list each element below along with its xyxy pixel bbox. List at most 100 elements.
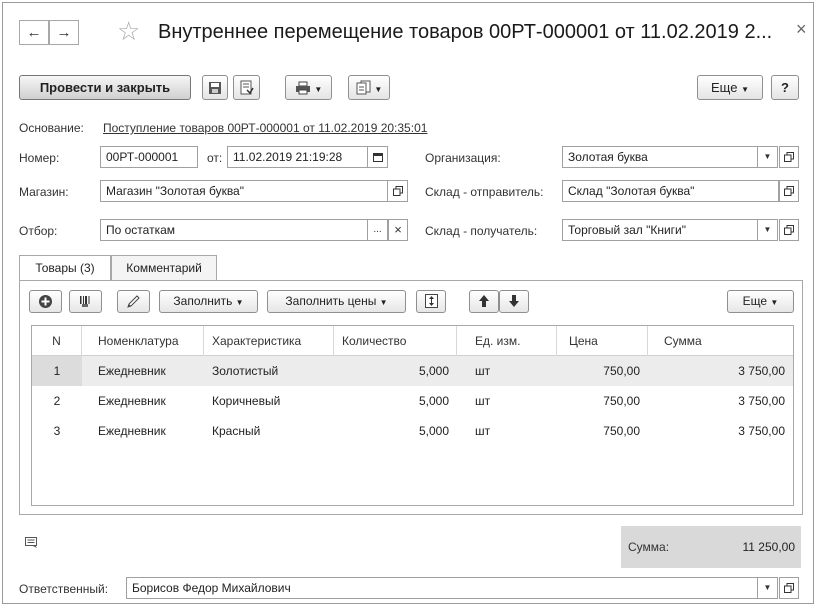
calendar-button[interactable] bbox=[368, 146, 388, 168]
pick-goods-button[interactable] bbox=[117, 290, 150, 313]
post-button[interactable] bbox=[233, 75, 260, 100]
chevron-down-icon: ▼ bbox=[235, 298, 244, 307]
sender-warehouse-open-button[interactable] bbox=[779, 180, 799, 202]
responsible-label: Ответственный: bbox=[19, 582, 109, 596]
characteristic-cell[interactable]: Коричневый bbox=[212, 386, 280, 416]
quantity-cell[interactable]: 5,000 bbox=[334, 416, 457, 446]
column-header-sum[interactable]: Сумма bbox=[648, 326, 793, 356]
receiver-dropdown-button[interactable]: ▼ bbox=[758, 219, 778, 241]
column-header-item[interactable]: Номенклатура bbox=[82, 326, 204, 356]
column-header-unit[interactable]: Ед. изм. bbox=[457, 326, 557, 356]
date-label: от: bbox=[207, 151, 223, 165]
clear-icon: × bbox=[394, 222, 402, 237]
comment-icon[interactable] bbox=[25, 537, 39, 552]
quantity-cell[interactable]: 5,000 bbox=[334, 386, 457, 416]
column-header-quantity[interactable]: Количество bbox=[334, 326, 457, 356]
characteristic-cell[interactable]: Красный bbox=[212, 416, 260, 446]
arrow-left-icon: ← bbox=[26, 24, 42, 41]
unit-cell[interactable]: шт bbox=[475, 386, 490, 416]
price-cell[interactable]: 750,00 bbox=[557, 356, 648, 386]
move-down-button[interactable] bbox=[499, 290, 529, 313]
selection-field[interactable]: По остаткам bbox=[100, 219, 368, 241]
sum-cell[interactable]: 3 750,00 bbox=[648, 356, 793, 386]
barcode-scan-button[interactable] bbox=[69, 290, 102, 313]
date-field[interactable]: 11.02.2019 21:19:28 bbox=[227, 146, 368, 168]
floppy-disk-icon bbox=[209, 82, 221, 94]
selection-clear-button[interactable]: × bbox=[388, 219, 408, 241]
save-button[interactable] bbox=[202, 75, 228, 100]
total-value: 11 250,00 bbox=[742, 540, 796, 554]
receiver-warehouse-field[interactable]: Торговый зал "Книги" bbox=[562, 219, 758, 241]
store-open-button[interactable] bbox=[388, 180, 408, 202]
forward-button[interactable]: → bbox=[49, 20, 79, 45]
chevron-down-icon: ▼ bbox=[763, 152, 772, 161]
back-button[interactable]: ← bbox=[19, 20, 49, 45]
item-cell[interactable]: Ежедневник bbox=[98, 386, 166, 416]
add-row-button[interactable] bbox=[29, 290, 62, 313]
basis-link[interactable]: Поступление товаров 00РТ-000001 от 11.02… bbox=[103, 121, 427, 135]
total-panel: Сумма: 11 250,00 bbox=[621, 526, 801, 568]
sender-warehouse-field[interactable]: Склад "Золотая буква" bbox=[562, 180, 779, 202]
calendar-icon bbox=[372, 153, 383, 162]
fill-button[interactable]: Заполнить ▼ bbox=[159, 290, 258, 313]
sum-cell[interactable]: 3 750,00 bbox=[648, 386, 793, 416]
item-cell[interactable]: Ежедневник bbox=[98, 416, 166, 446]
item-cell[interactable]: Ежедневник bbox=[98, 356, 166, 386]
total-label: Сумма: bbox=[628, 540, 670, 554]
column-header-n[interactable]: N bbox=[32, 326, 82, 356]
responsible-field[interactable]: Борисов Федор Михайлович bbox=[126, 577, 758, 599]
expand-rows-button[interactable] bbox=[416, 290, 446, 313]
chevron-down-icon: ▼ bbox=[379, 298, 388, 307]
organization-field[interactable]: Золотая буква bbox=[562, 146, 758, 168]
price-cell[interactable]: 750,00 bbox=[557, 386, 648, 416]
characteristic-cell[interactable]: Золотистый bbox=[212, 356, 278, 386]
chevron-down-icon: ▼ bbox=[763, 225, 772, 234]
printer-icon bbox=[295, 81, 310, 95]
favorite-star-icon[interactable]: ☆ bbox=[117, 16, 140, 46]
organization-open-button[interactable] bbox=[779, 146, 799, 168]
print-menu-button[interactable]: ▼ bbox=[285, 75, 332, 100]
row-number: 3 bbox=[53, 424, 61, 438]
responsible-open-button[interactable] bbox=[779, 577, 799, 599]
receiver-warehouse-label: Склад - получатель: bbox=[425, 224, 538, 238]
open-form-icon bbox=[392, 186, 403, 196]
table-row[interactable]: 3 Ежедневник Красный 5,000 шт 750,00 3 7… bbox=[32, 416, 793, 446]
close-icon[interactable]: × bbox=[796, 18, 807, 40]
tab-comment[interactable]: Комментарий bbox=[111, 255, 217, 280]
more-label: Еще bbox=[711, 80, 738, 95]
move-up-button[interactable] bbox=[469, 290, 499, 313]
table-more-button[interactable]: Еще ▼ bbox=[727, 290, 794, 313]
selection-choose-button[interactable]: ... bbox=[368, 219, 388, 241]
resize-vertical-icon bbox=[424, 294, 438, 308]
number-field[interactable]: 00РТ-000001 bbox=[100, 146, 198, 168]
goods-table: N Номенклатура Характеристика Количество… bbox=[31, 325, 794, 506]
unit-cell[interactable]: шт bbox=[475, 356, 490, 386]
column-header-price[interactable]: Цена bbox=[557, 326, 648, 356]
basis-label: Основание: bbox=[19, 121, 84, 135]
tab-goods[interactable]: Товары (3) bbox=[19, 255, 111, 280]
responsible-dropdown-button[interactable]: ▼ bbox=[758, 577, 778, 599]
column-header-characteristic[interactable]: Характеристика bbox=[204, 326, 334, 356]
sum-cell[interactable]: 3 750,00 bbox=[648, 416, 793, 446]
window-title: Внутреннее перемещение товаров 00РТ-0000… bbox=[158, 21, 773, 43]
help-button[interactable]: ? bbox=[771, 75, 799, 100]
more-menu-button[interactable]: Еще ▼ bbox=[697, 75, 763, 100]
barcode-scanner-icon bbox=[80, 296, 90, 307]
post-document-icon bbox=[240, 80, 254, 95]
chevron-down-icon: ▼ bbox=[770, 298, 779, 307]
store-field[interactable]: Магазин "Золотая буква" bbox=[100, 180, 388, 202]
create-based-on-button[interactable]: ▼ bbox=[348, 75, 390, 100]
quantity-cell[interactable]: 5,000 bbox=[334, 356, 457, 386]
organization-dropdown-button[interactable]: ▼ bbox=[758, 146, 778, 168]
price-cell[interactable]: 750,00 bbox=[557, 416, 648, 446]
fill-prices-button[interactable]: Заполнить цены ▼ bbox=[267, 290, 406, 313]
unit-cell[interactable]: шт bbox=[475, 416, 490, 446]
table-row[interactable]: 2 Ежедневник Коричневый 5,000 шт 750,00 … bbox=[32, 386, 793, 416]
receiver-open-button[interactable] bbox=[779, 219, 799, 241]
row-number: 1 bbox=[32, 356, 82, 386]
store-label: Магазин: bbox=[19, 185, 69, 199]
chevron-down-icon: ▼ bbox=[314, 85, 323, 94]
chevron-down-icon: ▼ bbox=[374, 85, 383, 94]
table-row[interactable]: 1 Ежедневник Золотистый 5,000 шт 750,00 … bbox=[32, 356, 793, 386]
post-and-close-button[interactable]: Провести и закрыть bbox=[19, 75, 191, 100]
